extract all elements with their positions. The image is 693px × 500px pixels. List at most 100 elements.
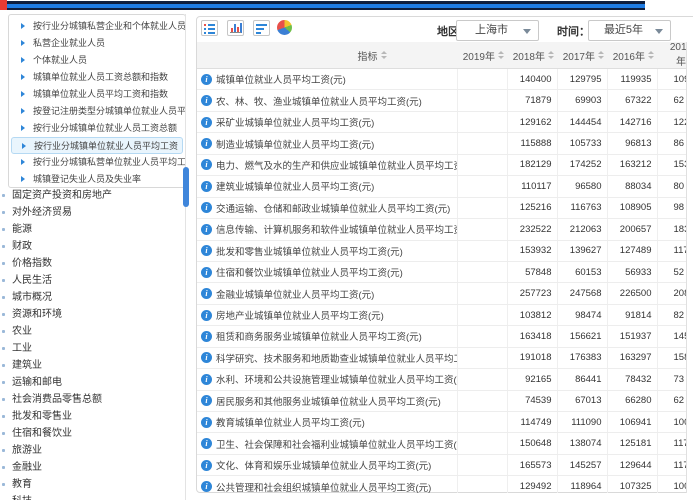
info-icon[interactable]: i bbox=[201, 460, 212, 471]
sidebar-category-item[interactable]: 价格指数 bbox=[0, 255, 186, 272]
value-cell: 71879 bbox=[507, 90, 557, 111]
info-icon[interactable]: i bbox=[201, 288, 212, 299]
value-cell: 129492 bbox=[507, 476, 557, 493]
sidebar-category-item[interactable]: 固定资产投资和房地产 bbox=[0, 187, 186, 204]
sidebar-category-item[interactable]: 建筑业 bbox=[0, 357, 186, 374]
value-cell: 127489 bbox=[607, 240, 657, 261]
bullet-icon bbox=[2, 211, 5, 214]
info-icon[interactable]: i bbox=[201, 310, 212, 321]
info-icon[interactable]: i bbox=[201, 95, 212, 106]
value-cell bbox=[457, 369, 507, 390]
sort-icon bbox=[598, 51, 604, 59]
info-icon[interactable]: i bbox=[201, 417, 212, 428]
value-cell: 139627 bbox=[557, 240, 607, 261]
sidebar-category-item[interactable]: 财政 bbox=[0, 238, 186, 255]
value-cell: 109 bbox=[657, 69, 686, 90]
sidebar-scrollbar-thumb[interactable] bbox=[183, 167, 189, 207]
horizontal-bar-chart-icon[interactable] bbox=[253, 20, 270, 36]
sidebar-category-item[interactable]: 工业 bbox=[0, 340, 186, 357]
indicator-name: 教育城镇单位就业人员平均工资(元) bbox=[216, 415, 365, 429]
sidebar-group-item[interactable]: 城镇单位就业人员平均工资和指数 bbox=[9, 86, 185, 103]
sidebar-category-item[interactable]: 人民生活 bbox=[0, 272, 186, 289]
year-column-header[interactable]: 2016年 bbox=[607, 42, 657, 69]
info-icon[interactable]: i bbox=[201, 438, 212, 449]
sidebar-group-item[interactable]: 按行业分城镇单位就业人员平均工资 bbox=[11, 137, 183, 154]
sidebar-category-item[interactable]: 农业 bbox=[0, 323, 186, 340]
info-icon[interactable]: i bbox=[201, 181, 212, 192]
bar-chart-icon[interactable] bbox=[227, 20, 244, 36]
info-icon[interactable]: i bbox=[201, 352, 212, 363]
sidebar-category-item[interactable]: 能源 bbox=[0, 221, 186, 238]
list-view-icon[interactable] bbox=[201, 20, 218, 36]
value-cell: 117 bbox=[657, 240, 686, 261]
sidebar-group-item[interactable]: 按行业分城镇单位就业人员工资总额 bbox=[9, 120, 185, 137]
value-cell: 111090 bbox=[557, 412, 607, 433]
time-select-value: 最近5年 bbox=[604, 21, 655, 40]
table-row: i 文化、体育和娱乐业城镇单位就业人员平均工资(元) 165573 145257… bbox=[197, 454, 686, 475]
sidebar-group-item-label: 按行业分城镇私营单位就业人员平均工资 bbox=[33, 157, 185, 167]
list-bullet bbox=[204, 24, 206, 26]
data-table-container: 指标 2019年 2018年 2017年 2016年 2015年 bbox=[197, 42, 686, 493]
sidebar-group-item[interactable]: 按行业分城镇私营单位就业人员平均工资 bbox=[9, 154, 185, 171]
info-icon[interactable]: i bbox=[201, 117, 212, 128]
time-select[interactable]: 最近5年 bbox=[588, 20, 671, 41]
value-cell: 67013 bbox=[557, 390, 607, 411]
sidebar-category-item[interactable]: 科技 bbox=[0, 493, 186, 500]
region-select[interactable]: 上海市 bbox=[456, 20, 539, 41]
value-cell bbox=[457, 390, 507, 411]
sidebar-group-item[interactable]: 个体就业人员 bbox=[9, 52, 185, 69]
value-cell: 106941 bbox=[607, 412, 657, 433]
year-column-header[interactable]: 2017年 bbox=[557, 42, 607, 69]
value-cell: 156621 bbox=[557, 326, 607, 347]
info-icon[interactable]: i bbox=[201, 481, 212, 492]
bullet-icon bbox=[2, 279, 5, 282]
info-icon[interactable]: i bbox=[201, 267, 212, 278]
bullet-icon bbox=[2, 347, 5, 350]
sidebar-category-item[interactable]: 教育 bbox=[0, 476, 186, 493]
sidebar-category-label: 旅游业 bbox=[12, 445, 42, 456]
sidebar-category-item[interactable]: 城市概况 bbox=[0, 289, 186, 306]
value-cell: 163297 bbox=[607, 347, 657, 368]
sidebar-group-item[interactable]: 城镇单位就业人员工资总额和指数 bbox=[9, 69, 185, 86]
year-column-header[interactable]: 2019年 bbox=[457, 42, 507, 69]
sidebar-category-item[interactable]: 旅游业 bbox=[0, 442, 186, 459]
year-column-header[interactable]: 2018年 bbox=[507, 42, 557, 69]
sidebar-category-item[interactable]: 金融业 bbox=[0, 459, 186, 476]
info-icon[interactable]: i bbox=[201, 224, 212, 235]
table-row: i 采矿业城镇单位就业人员平均工资(元) 129162 144454 14271… bbox=[197, 111, 686, 132]
value-cell: 145 bbox=[657, 326, 686, 347]
value-cell: 117 bbox=[657, 454, 686, 475]
sidebar-group-item[interactable]: 按登记注册类型分城镇单位就业人员平均工资 bbox=[9, 103, 185, 120]
sidebar-category-item[interactable]: 对外经济贸易 bbox=[0, 204, 186, 221]
sidebar-category-item[interactable]: 批发和零售业 bbox=[0, 408, 186, 425]
sidebar-category-item[interactable]: 资源和环境 bbox=[0, 306, 186, 323]
info-icon[interactable]: i bbox=[201, 74, 212, 85]
year-column-header[interactable]: 2015年 bbox=[657, 42, 686, 69]
info-icon[interactable]: i bbox=[201, 138, 212, 149]
info-icon[interactable]: i bbox=[201, 331, 212, 342]
region-select-value: 上海市 bbox=[475, 21, 520, 40]
table-scrollbar-gutter[interactable] bbox=[686, 42, 693, 493]
info-icon[interactable]: i bbox=[201, 159, 212, 170]
sidebar-category-label: 社会消费品零售总额 bbox=[12, 394, 102, 405]
sidebar-group-item[interactable]: 私营企业就业人员 bbox=[9, 35, 185, 52]
value-cell: 163418 bbox=[507, 326, 557, 347]
value-cell: 100 bbox=[657, 412, 686, 433]
table-row: i 水利、环境和公共设施管理业城镇单位就业人员平均工资(元) 92165 864… bbox=[197, 369, 686, 390]
value-cell bbox=[457, 326, 507, 347]
sidebar-category-item[interactable]: 社会消费品零售总额 bbox=[0, 391, 186, 408]
sidebar-category-label: 资源和环境 bbox=[12, 309, 62, 320]
info-icon[interactable]: i bbox=[201, 374, 212, 385]
info-icon[interactable]: i bbox=[201, 202, 212, 213]
pie-chart-icon[interactable] bbox=[277, 20, 292, 35]
indicator-column-header[interactable]: 指标 bbox=[197, 42, 457, 69]
value-cell: 142716 bbox=[607, 111, 657, 132]
table-body: i 城镇单位就业人员平均工资(元) 140400 129795 119935 1… bbox=[197, 69, 686, 494]
sidebar-group-item[interactable]: 城镇登记失业人员及失业率 bbox=[9, 171, 185, 188]
info-icon[interactable]: i bbox=[201, 245, 212, 256]
sidebar-group-item[interactable]: 按行业分城镇私营企业和个体就业人员 bbox=[9, 18, 185, 35]
bullet-icon bbox=[2, 245, 5, 248]
sidebar-category-item[interactable]: 住宿和餐饮业 bbox=[0, 425, 186, 442]
info-icon[interactable]: i bbox=[201, 395, 212, 406]
sidebar-category-item[interactable]: 运输和邮电 bbox=[0, 374, 186, 391]
